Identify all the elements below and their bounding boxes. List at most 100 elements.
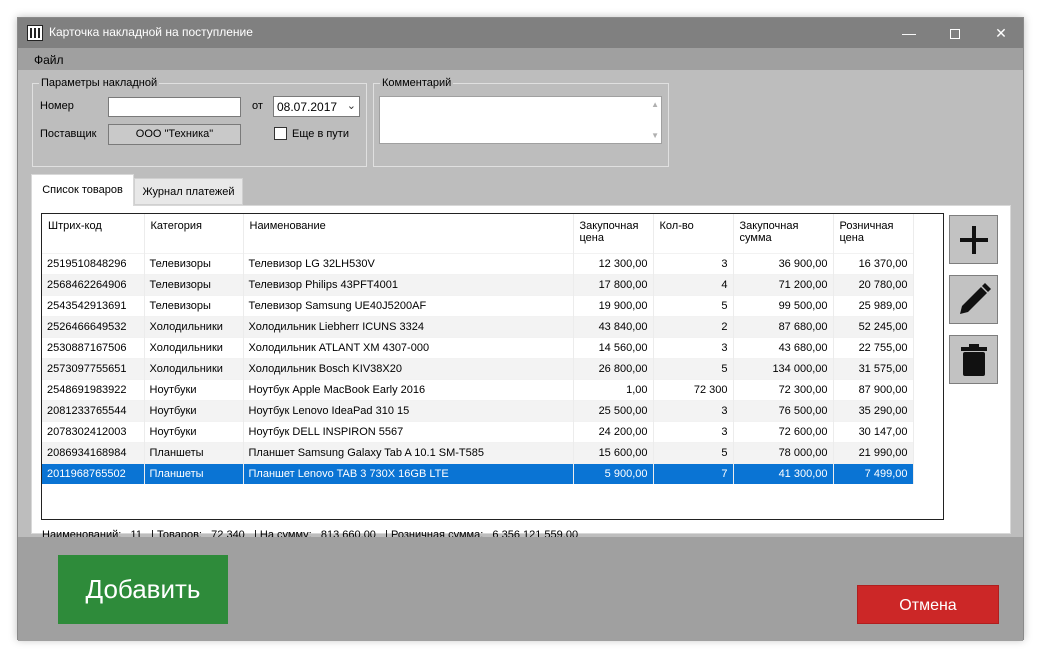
cell-purchase-sum[interactable]: 78 000,00: [733, 441, 834, 463]
cell-retail-price[interactable]: 35 290,00: [833, 399, 914, 421]
cell-barcode[interactable]: 2526466649532: [42, 315, 145, 337]
cell-barcode[interactable]: 2543542913691: [42, 294, 145, 316]
date-picker[interactable]: 08.07.2017 ⌄: [273, 96, 360, 117]
cell-purchase-price[interactable]: 25 500,00: [573, 399, 654, 421]
cell-category[interactable]: Планшеты: [144, 462, 244, 484]
table-row[interactable]: 2568462264906 Телевизоры Телевизор Philips…: [42, 273, 914, 295]
cell-barcode[interactable]: 2568462264906: [42, 273, 145, 295]
cell-purchase-sum[interactable]: 134 000,00: [733, 357, 834, 379]
cell-retail-price[interactable]: 22 755,00: [833, 336, 914, 358]
cell-name[interactable]: Ноутбук Lenovo IdeaPad 310 15: [243, 399, 574, 421]
menu-file[interactable]: Файл: [34, 53, 64, 67]
cell-name[interactable]: Ноутбук Apple MacBook Early 2016: [243, 378, 574, 400]
cell-purchase-price[interactable]: 12 300,00: [573, 252, 654, 274]
cell-barcode[interactable]: 2011968765502: [42, 462, 145, 484]
cell-purchase-price[interactable]: 26 800,00: [573, 357, 654, 379]
cancel-button[interactable]: Отмена: [857, 585, 999, 624]
table-row[interactable]: 2530887167506 Холодильники Холодильник ATL…: [42, 336, 914, 358]
cell-retail-price[interactable]: 16 370,00: [833, 252, 914, 274]
number-input[interactable]: [108, 97, 241, 117]
cell-purchase-sum[interactable]: 41 300,00: [733, 462, 834, 484]
table-row[interactable]: 2081233765544 Ноутбуки Ноутбук Lenovo Idea…: [42, 399, 914, 421]
cell-purchase-price[interactable]: 5 900,00: [573, 462, 654, 484]
column-header-barcode[interactable]: Штрих-код: [42, 214, 145, 253]
cell-barcode[interactable]: 2078302412003: [42, 420, 145, 442]
cell-purchase-price[interactable]: 19 900,00: [573, 294, 654, 316]
in-transit-checkbox[interactable]: [274, 127, 287, 140]
cell-name[interactable]: Холодильник Bosch KIV38X20: [243, 357, 574, 379]
cell-purchase-price[interactable]: 14 560,00: [573, 336, 654, 358]
cell-category[interactable]: Ноутбуки: [144, 420, 244, 442]
cell-name[interactable]: Холодильник ATLANT XM 4307-000: [243, 336, 574, 358]
cell-purchase-sum[interactable]: 87 680,00: [733, 315, 834, 337]
cell-category[interactable]: Ноутбуки: [144, 378, 244, 400]
cell-name[interactable]: Телевизор LG 32LH530V: [243, 252, 574, 274]
cell-quantity[interactable]: 5: [653, 294, 734, 316]
cell-category[interactable]: Планшеты: [144, 441, 244, 463]
cell-name[interactable]: Холодильник Liebherr ICUNS 3324: [243, 315, 574, 337]
add-button[interactable]: Добавить: [58, 555, 228, 624]
cell-quantity[interactable]: 72 300: [653, 378, 734, 400]
cell-name[interactable]: Планшет Lenovo TAB 3 730X 16GB LTE: [243, 462, 574, 484]
cell-quantity[interactable]: 4: [653, 273, 734, 295]
cell-barcode[interactable]: 2548691983922: [42, 378, 145, 400]
cell-barcode[interactable]: 2086934168984: [42, 441, 145, 463]
tab-payment-journal[interactable]: Журнал платежей: [134, 178, 243, 205]
scroll-down-icon[interactable]: ▼: [651, 131, 659, 140]
close-button[interactable]: ✕: [978, 18, 1024, 48]
cell-category[interactable]: Ноутбуки: [144, 399, 244, 421]
table-row[interactable]: 2078302412003 Ноутбуки Ноутбук DELL INSPIR…: [42, 420, 914, 442]
table-row[interactable]: 2543542913691 Телевизоры Телевизор Samsung…: [42, 294, 914, 316]
maximize-button[interactable]: [932, 18, 978, 48]
cell-purchase-sum[interactable]: 76 500,00: [733, 399, 834, 421]
table-row[interactable]: 2548691983922 Ноутбуки Ноутбук Apple MacBo…: [42, 378, 914, 400]
cell-name[interactable]: Ноутбук DELL INSPIRON 5567: [243, 420, 574, 442]
cell-retail-price[interactable]: 52 245,00: [833, 315, 914, 337]
cell-category[interactable]: Холодильники: [144, 336, 244, 358]
cell-retail-price[interactable]: 87 900,00: [833, 378, 914, 400]
cell-barcode[interactable]: 2519510848296: [42, 252, 145, 274]
comment-textarea[interactable]: ▲ ▼: [379, 96, 662, 144]
table-row[interactable]: 2086934168984 Планшеты Планшет Samsung Gal…: [42, 441, 914, 463]
column-header-category[interactable]: Категория: [144, 214, 244, 253]
cell-quantity[interactable]: 2: [653, 315, 734, 337]
cell-purchase-sum[interactable]: 72 300,00: [733, 378, 834, 400]
title-bar[interactable]: Карточка накладной на поступление — ✕: [18, 18, 1023, 48]
cell-purchase-sum[interactable]: 36 900,00: [733, 252, 834, 274]
cell-category[interactable]: Телевизоры: [144, 294, 244, 316]
column-header-quantity[interactable]: Кол-во: [653, 214, 734, 253]
cell-quantity[interactable]: 5: [653, 441, 734, 463]
cell-category[interactable]: Холодильники: [144, 315, 244, 337]
cell-retail-price[interactable]: 20 780,00: [833, 273, 914, 295]
cell-name[interactable]: Телевизор Philips 43PFT4001: [243, 273, 574, 295]
cell-barcode[interactable]: 2081233765544: [42, 399, 145, 421]
cell-purchase-sum[interactable]: 71 200,00: [733, 273, 834, 295]
cell-quantity[interactable]: 3: [653, 420, 734, 442]
supplier-select-button[interactable]: ООО "Техника": [108, 124, 241, 145]
table-row[interactable]: 2573097755651 Холодильники Холодильник Bos…: [42, 357, 914, 379]
column-header-purchase-price[interactable]: Закупочная цена: [573, 214, 654, 253]
scroll-up-icon[interactable]: ▲: [651, 100, 659, 109]
delete-item-button[interactable]: [949, 335, 998, 384]
table-row[interactable]: 2526466649532 Холодильники Холодильник Lie…: [42, 315, 914, 337]
cell-name[interactable]: Планшет Samsung Galaxy Tab A 10.1 SM-T58…: [243, 441, 574, 463]
cell-purchase-sum[interactable]: 72 600,00: [733, 420, 834, 442]
edit-item-button[interactable]: [949, 275, 998, 324]
cell-quantity[interactable]: 3: [653, 252, 734, 274]
cell-retail-price[interactable]: 31 575,00: [833, 357, 914, 379]
add-item-button[interactable]: [949, 215, 998, 264]
cell-category[interactable]: Холодильники: [144, 357, 244, 379]
cell-retail-price[interactable]: 21 990,00: [833, 441, 914, 463]
tab-goods-list[interactable]: Список товаров: [31, 174, 134, 206]
column-header-name[interactable]: Наименование: [243, 214, 574, 253]
column-header-purchase-sum[interactable]: Закупочная сумма: [733, 214, 834, 253]
cell-category[interactable]: Телевизоры: [144, 273, 244, 295]
column-header-retail-price[interactable]: Розничная цена: [833, 214, 914, 253]
cell-purchase-sum[interactable]: 99 500,00: [733, 294, 834, 316]
cell-purchase-sum[interactable]: 43 680,00: [733, 336, 834, 358]
cell-retail-price[interactable]: 7 499,00: [833, 462, 914, 484]
cell-barcode[interactable]: 2573097755651: [42, 357, 145, 379]
minimize-button[interactable]: —: [886, 18, 932, 48]
table-row[interactable]: 2519510848296 Телевизоры Телевизор LG 32LH…: [42, 252, 914, 274]
cell-retail-price[interactable]: 25 989,00: [833, 294, 914, 316]
